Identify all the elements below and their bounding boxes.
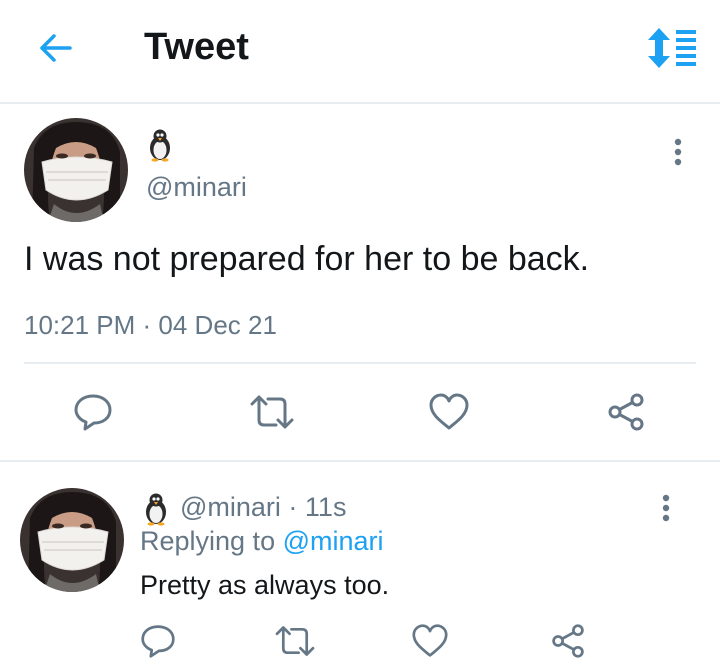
share-icon <box>552 624 584 658</box>
share-button[interactable] <box>604 390 648 434</box>
vertical-dots-icon <box>674 138 682 166</box>
page-title: Tweet <box>144 26 249 68</box>
retweet-button[interactable] <box>246 390 298 434</box>
more-options-button[interactable] <box>666 134 690 170</box>
retweet-icon <box>275 626 315 656</box>
vertical-dots-icon <box>662 494 670 522</box>
reply-share-button[interactable] <box>546 620 590 662</box>
like-button[interactable] <box>426 390 472 434</box>
author-handle[interactable]: @minari <box>146 172 247 203</box>
reply-button[interactable] <box>70 390 116 434</box>
heart-icon <box>429 393 469 430</box>
app-header: Tweet <box>0 0 720 104</box>
avatar[interactable] <box>20 488 124 592</box>
reply-more-options-button[interactable] <box>654 490 678 526</box>
replying-to-label: Replying to <box>140 526 276 556</box>
penguin-emoji-icon <box>146 493 166 526</box>
replying-to-mention[interactable]: @minari <box>283 526 384 556</box>
arrow-left-icon <box>40 34 72 62</box>
reply-retweet-button[interactable] <box>270 620 320 662</box>
tweet-text: I was not prepared for her to be back. <box>24 240 590 278</box>
reply-like-button[interactable] <box>408 620 452 662</box>
reply-text: Pretty as always too. <box>140 570 390 600</box>
penguin-emoji-icon <box>150 129 170 162</box>
share-icon <box>608 393 644 431</box>
reply-icon <box>74 394 112 431</box>
divider <box>24 362 696 364</box>
back-button[interactable] <box>36 28 76 68</box>
reply-author-handle-time[interactable]: @minari · 11s <box>180 492 346 523</box>
sort-list-icon <box>648 28 696 68</box>
tweet-timestamp: 10:21 PM · 04 Dec 21 <box>24 310 277 340</box>
divider <box>0 460 720 462</box>
replying-to-line: Replying to @minari <box>140 526 384 557</box>
reply-reply-button[interactable] <box>136 620 180 662</box>
avatar[interactable] <box>24 118 128 222</box>
reply-icon <box>141 625 175 658</box>
sort-button[interactable] <box>644 26 700 70</box>
retweet-icon <box>250 395 294 429</box>
heart-icon <box>412 624 448 657</box>
